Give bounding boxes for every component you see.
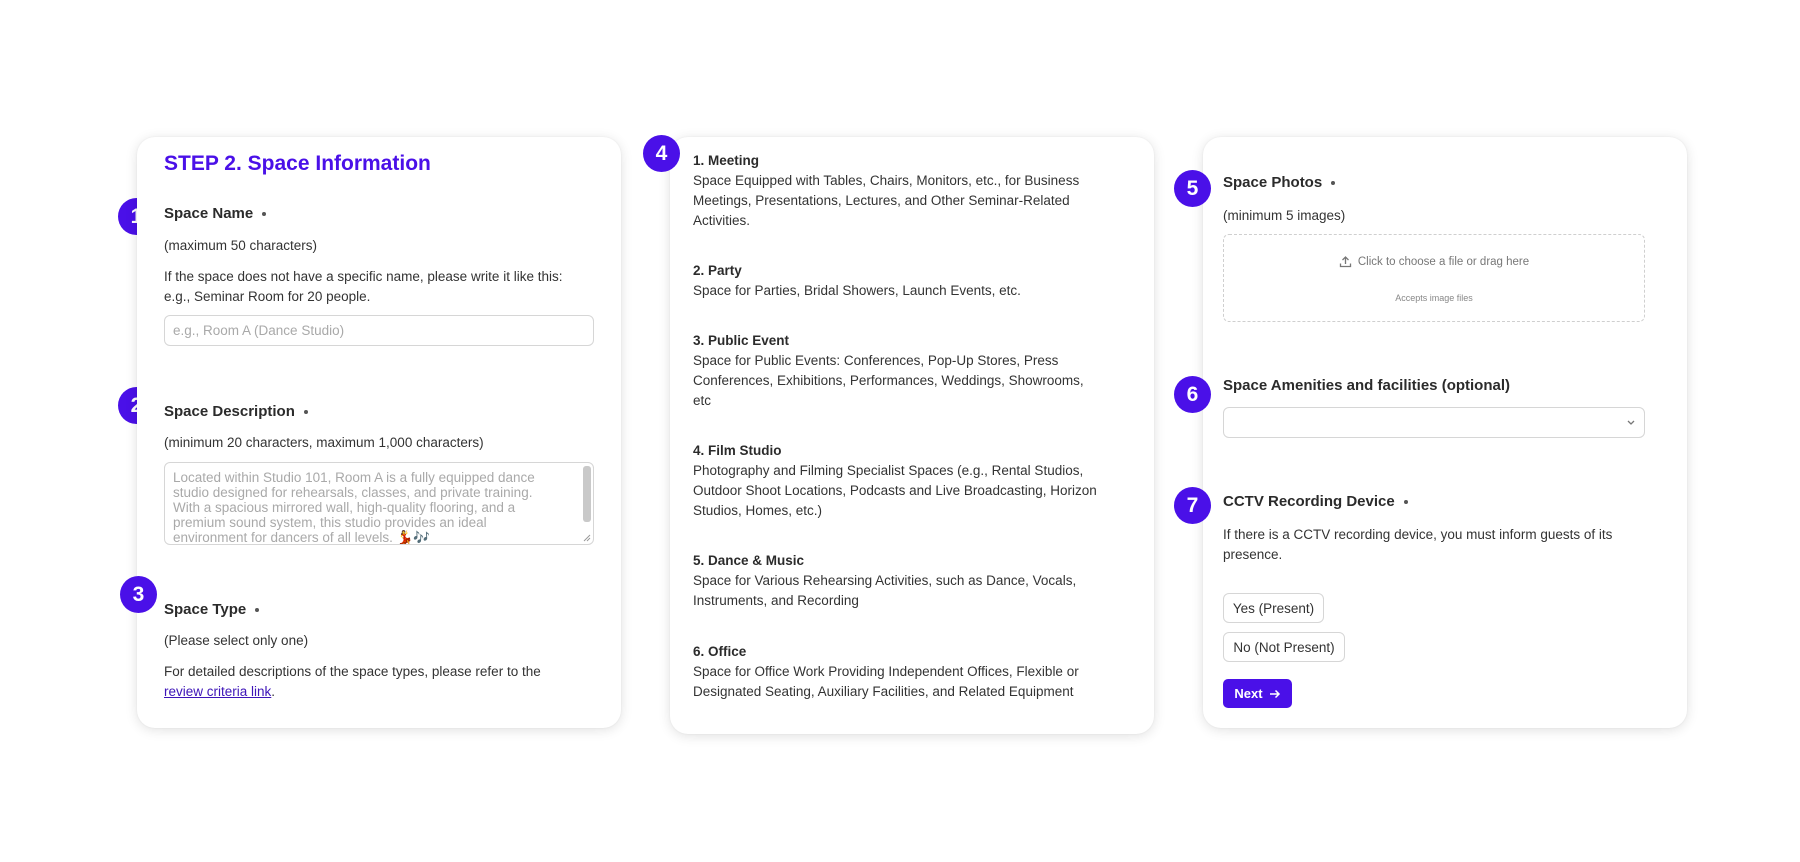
textarea-scrollbar[interactable] bbox=[583, 466, 591, 522]
cctv-label-row: CCTV Recording Device bbox=[1223, 493, 1408, 510]
photo-dropzone[interactable]: Click to choose a file or drag here Acce… bbox=[1223, 234, 1645, 322]
space-photos-label: Space Photos bbox=[1223, 174, 1323, 191]
cctv-yes-option[interactable]: Yes (Present) bbox=[1223, 593, 1324, 623]
space-type-desc-line: etc bbox=[693, 393, 712, 408]
space-type-title: 5. Dance & Music bbox=[693, 553, 805, 568]
space-description-placeholder: Located within Studio 101, Room A is a f… bbox=[173, 470, 558, 545]
space-type-desc-line: Conferences, Exhibitions, Performances, … bbox=[693, 373, 1084, 388]
space-description-label: Space Description bbox=[164, 403, 295, 420]
space-name-label-row: Space Name bbox=[164, 205, 267, 222]
step-badge-3: 3 bbox=[120, 576, 157, 613]
amenities-select[interactable] bbox=[1223, 407, 1645, 438]
space-photos-constraint: (minimum 5 images) bbox=[1223, 208, 1346, 223]
space-type-help: For detailed descriptions of the space t… bbox=[164, 662, 594, 702]
space-type-desc-line: Studios, Homes, etc.) bbox=[693, 503, 823, 518]
dropzone-text: Click to choose a file or drag here bbox=[1357, 255, 1530, 268]
page-title: STEP 2. Space Information bbox=[164, 152, 431, 175]
space-type-item[interactable]: 5. Dance & Music Space for Various Rehea… bbox=[693, 551, 1133, 611]
space-type-desc-line: Space for Public Events: Conferences, Po… bbox=[693, 353, 1059, 368]
space-details-card: Space Photos (minimum 5 images) Click to… bbox=[1203, 137, 1687, 728]
space-type-item[interactable]: 1. Meeting Space Equipped with Tables, C… bbox=[693, 151, 1133, 231]
space-type-item[interactable]: 6. Office Space for Office Work Providin… bbox=[693, 642, 1133, 702]
placeholder-line: Located within Studio 101, Room A is a f… bbox=[173, 470, 535, 485]
space-type-item[interactable]: 2. Party Space for Parties, Bridal Showe… bbox=[693, 261, 1133, 301]
placeholder-line: premium sound system, this studio provid… bbox=[173, 515, 487, 530]
space-type-desc-line: Instruments, and Recording bbox=[693, 593, 859, 608]
amenities-label: Space Amenities and facilities (optional… bbox=[1223, 377, 1511, 394]
space-type-help-prefix: For detailed descriptions of the space t… bbox=[164, 664, 541, 679]
upload-icon bbox=[1339, 256, 1351, 268]
dropzone-subtext: Accepts image files bbox=[1395, 293, 1473, 303]
required-indicator bbox=[1403, 499, 1408, 504]
required-indicator bbox=[1331, 180, 1336, 185]
cctv-help: If there is a CCTV recording device, you… bbox=[1223, 525, 1612, 565]
space-type-desc-line: Space for Office Work Providing Independ… bbox=[693, 664, 1079, 679]
space-description-constraint: (minimum 20 characters, maximum 1,000 ch… bbox=[164, 435, 484, 450]
space-name-help-line1: If the space does not have a specific na… bbox=[164, 269, 563, 284]
resize-handle-icon[interactable] bbox=[583, 534, 591, 542]
space-type-title: 1. Meeting bbox=[693, 153, 760, 168]
space-name-input[interactable] bbox=[164, 315, 594, 346]
space-types-card: 1. Meeting Space Equipped with Tables, C… bbox=[670, 137, 1154, 734]
space-type-label-row: Space Type bbox=[164, 601, 260, 618]
cctv-no-option[interactable]: No (Not Present) bbox=[1223, 632, 1345, 662]
space-name-help-line2: e.g., Seminar Room for 20 people. bbox=[164, 289, 371, 304]
review-criteria-link[interactable]: review criteria link bbox=[164, 684, 271, 699]
next-button-label: Next bbox=[1234, 686, 1263, 701]
cctv-help-line1: If there is a CCTV recording device, you… bbox=[1223, 527, 1613, 542]
arrow-right-icon bbox=[1269, 689, 1280, 698]
placeholder-line: environment for dancers of all levels. 💃… bbox=[173, 530, 431, 545]
space-type-desc-line: Space for Parties, Bridal Showers, Launc… bbox=[693, 283, 1021, 298]
dropzone-main: Click to choose a file or drag here bbox=[1224, 255, 1644, 268]
required-indicator bbox=[303, 409, 308, 414]
space-type-desc-line: Activities. bbox=[693, 213, 751, 228]
space-type-title: 3. Public Event bbox=[693, 333, 790, 348]
space-type-constraint: (Please select only one) bbox=[164, 633, 309, 648]
space-type-desc-line: Designated Seating, Auxiliary Facilities… bbox=[693, 684, 1074, 699]
space-type-desc-line: Meetings, Presentations, Lectures, and O… bbox=[693, 193, 1070, 208]
placeholder-line: studio designed for rehearsals, classes,… bbox=[173, 485, 533, 500]
space-name-help: If the space does not have a specific na… bbox=[164, 267, 562, 307]
space-type-title: 4. Film Studio bbox=[693, 443, 782, 458]
required-indicator bbox=[262, 211, 267, 216]
space-description-textarea[interactable]: Located within Studio 101, Room A is a f… bbox=[164, 462, 594, 545]
space-type-desc-line: Outdoor Shoot Locations, Podcasts and Li… bbox=[693, 483, 1097, 498]
cctv-no-label: No (Not Present) bbox=[1233, 639, 1335, 655]
step-badge-6: 6 bbox=[1174, 376, 1211, 413]
step-badge-5: 5 bbox=[1174, 170, 1211, 207]
space-type-title: 2. Party bbox=[693, 263, 742, 278]
placeholder-line: With a spacious mirrored wall, high-qual… bbox=[173, 500, 516, 515]
cctv-help-line2: presence. bbox=[1223, 547, 1283, 562]
cctv-label: CCTV Recording Device bbox=[1223, 493, 1395, 510]
space-type-title: 6. Office bbox=[693, 644, 747, 659]
space-type-desc-line: Photography and Filming Specialist Space… bbox=[693, 463, 1084, 478]
required-indicator bbox=[255, 607, 260, 612]
space-info-card: STEP 2. Space Information Space Name (ma… bbox=[137, 137, 621, 728]
space-type-desc-line: Space for Various Rehearsing Activities,… bbox=[693, 573, 1077, 588]
space-type-label: Space Type bbox=[164, 601, 247, 618]
space-name-constraint: (maximum 50 characters) bbox=[164, 238, 318, 253]
space-type-desc-line: Space Equipped with Tables, Chairs, Moni… bbox=[693, 173, 1080, 188]
step-badge-4: 4 bbox=[643, 135, 680, 172]
space-name-label: Space Name bbox=[164, 205, 254, 222]
space-type-item[interactable]: 3. Public Event Space for Public Events:… bbox=[693, 331, 1133, 411]
chevron-down-icon bbox=[1627, 420, 1635, 425]
next-button[interactable]: Next bbox=[1223, 679, 1292, 708]
space-description-label-row: Space Description bbox=[164, 403, 308, 420]
space-type-help-suffix: . bbox=[271, 684, 276, 699]
step-badge-7: 7 bbox=[1174, 487, 1211, 524]
space-type-item[interactable]: 4. Film Studio Photography and Filming S… bbox=[693, 441, 1133, 521]
space-photos-label-row: Space Photos bbox=[1223, 174, 1336, 191]
